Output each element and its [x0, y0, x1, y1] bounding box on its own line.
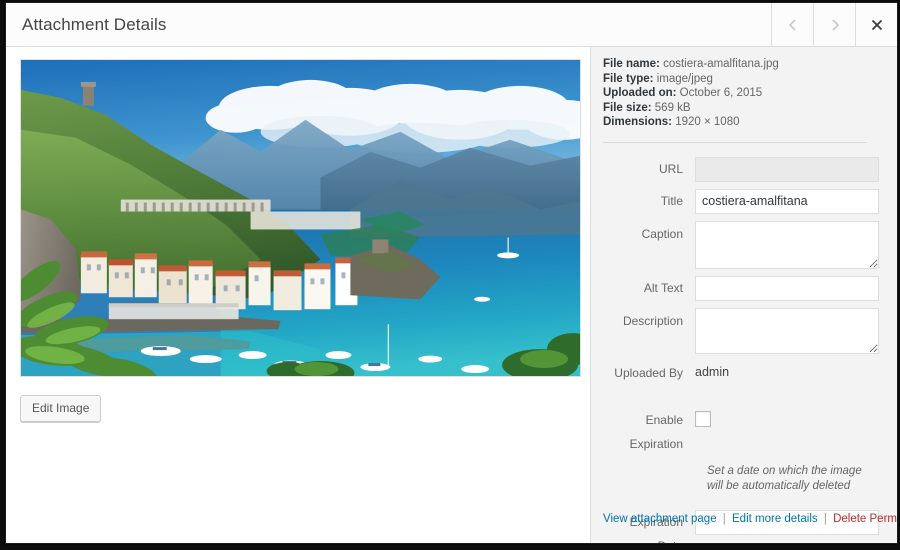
field-row-url: URL: [603, 156, 879, 182]
previous-attachment-button[interactable]: [771, 3, 813, 46]
chevron-left-icon: [786, 17, 800, 33]
modal-nav-buttons: [771, 3, 897, 46]
enable-expiration-label: Enable Expiration: [629, 412, 683, 451]
field-row-description: Description: [603, 307, 879, 354]
title-label: Title: [660, 193, 683, 208]
media-preview-pane: Edit Image: [6, 47, 590, 543]
modal-body: Edit Image File name: costiera-amalfitan…: [6, 47, 897, 543]
edit-more-details-link[interactable]: Edit more details: [732, 513, 818, 525]
file-name-value: costiera-amalfitana.jpg: [663, 58, 779, 70]
caption-label: Caption: [641, 226, 683, 241]
uploaded-on-value: October 6, 2015: [679, 87, 763, 100]
field-row-enable-expiration: Enable Expiration: [603, 408, 879, 456]
attachment-details-modal: Attachment Details Edit Image File name:…: [5, 2, 898, 544]
close-icon: [870, 18, 884, 32]
file-details-block: File name: costiera-amalfitana.jpg File …: [603, 57, 879, 130]
field-row-caption: Caption: [603, 220, 879, 269]
file-type-value: image/jpeg: [656, 72, 713, 85]
uploaded-by-value: admin: [695, 364, 730, 379]
section-divider: [603, 141, 867, 143]
enable-expiration-checkbox[interactable]: [695, 410, 711, 427]
caption-textarea[interactable]: [695, 220, 879, 269]
file-size-value: 569 kB: [654, 101, 691, 114]
chevron-right-icon: [828, 17, 842, 33]
file-size-label: File size:: [603, 101, 652, 114]
uploaded-by-label: Uploaded By: [614, 365, 683, 380]
title-input[interactable]: [695, 188, 879, 214]
expiration-help-text: Set a date on which the image will be au…: [707, 464, 862, 492]
uploaded-on-label: Uploaded on:: [603, 87, 677, 100]
description-textarea[interactable]: [695, 307, 879, 354]
close-button[interactable]: [855, 3, 897, 46]
attachment-settings-pane: File name: costiera-amalfitana.jpg File …: [590, 47, 897, 543]
field-row-uploaded-by: Uploaded By admin: [603, 361, 879, 385]
file-detail-row: File size: 569 kB: [603, 101, 879, 116]
next-attachment-button[interactable]: [813, 3, 855, 46]
modal-header: Attachment Details: [6, 3, 897, 47]
delete-permanently-link[interactable]: Delete Permanently: [833, 513, 897, 525]
field-row-title: Title: [603, 188, 879, 214]
attachment-actions: View attachment page | Edit more details…: [603, 513, 897, 525]
link-separator: |: [722, 513, 726, 525]
field-row-alt-text: Alt Text: [603, 275, 879, 301]
amalfi-coast-photo: [21, 60, 580, 376]
link-separator: |: [823, 513, 827, 525]
alt-text-label: Alt Text: [643, 280, 683, 295]
page-title: Attachment Details: [22, 14, 167, 34]
description-label: Description: [622, 313, 683, 328]
dimensions-value: 1920 × 1080: [675, 116, 740, 129]
view-attachment-page-link[interactable]: View attachment page: [603, 513, 717, 525]
file-type-label: File type:: [603, 72, 654, 85]
url-input[interactable]: [695, 156, 879, 182]
file-detail-row: File type: image/jpeg: [603, 72, 879, 87]
file-name-label: File name:: [603, 58, 660, 70]
attachment-image: [20, 59, 581, 377]
url-label: URL: [658, 161, 683, 176]
file-detail-row: Uploaded on: October 6, 2015: [603, 86, 879, 101]
edit-image-button[interactable]: Edit Image: [20, 395, 102, 422]
file-detail-row: Dimensions: 1920 × 1080: [603, 115, 879, 130]
dimensions-label: Dimensions:: [603, 116, 673, 129]
alt-text-input[interactable]: [695, 275, 879, 301]
file-detail-row: File name: costiera-amalfitana.jpg: [603, 57, 879, 72]
